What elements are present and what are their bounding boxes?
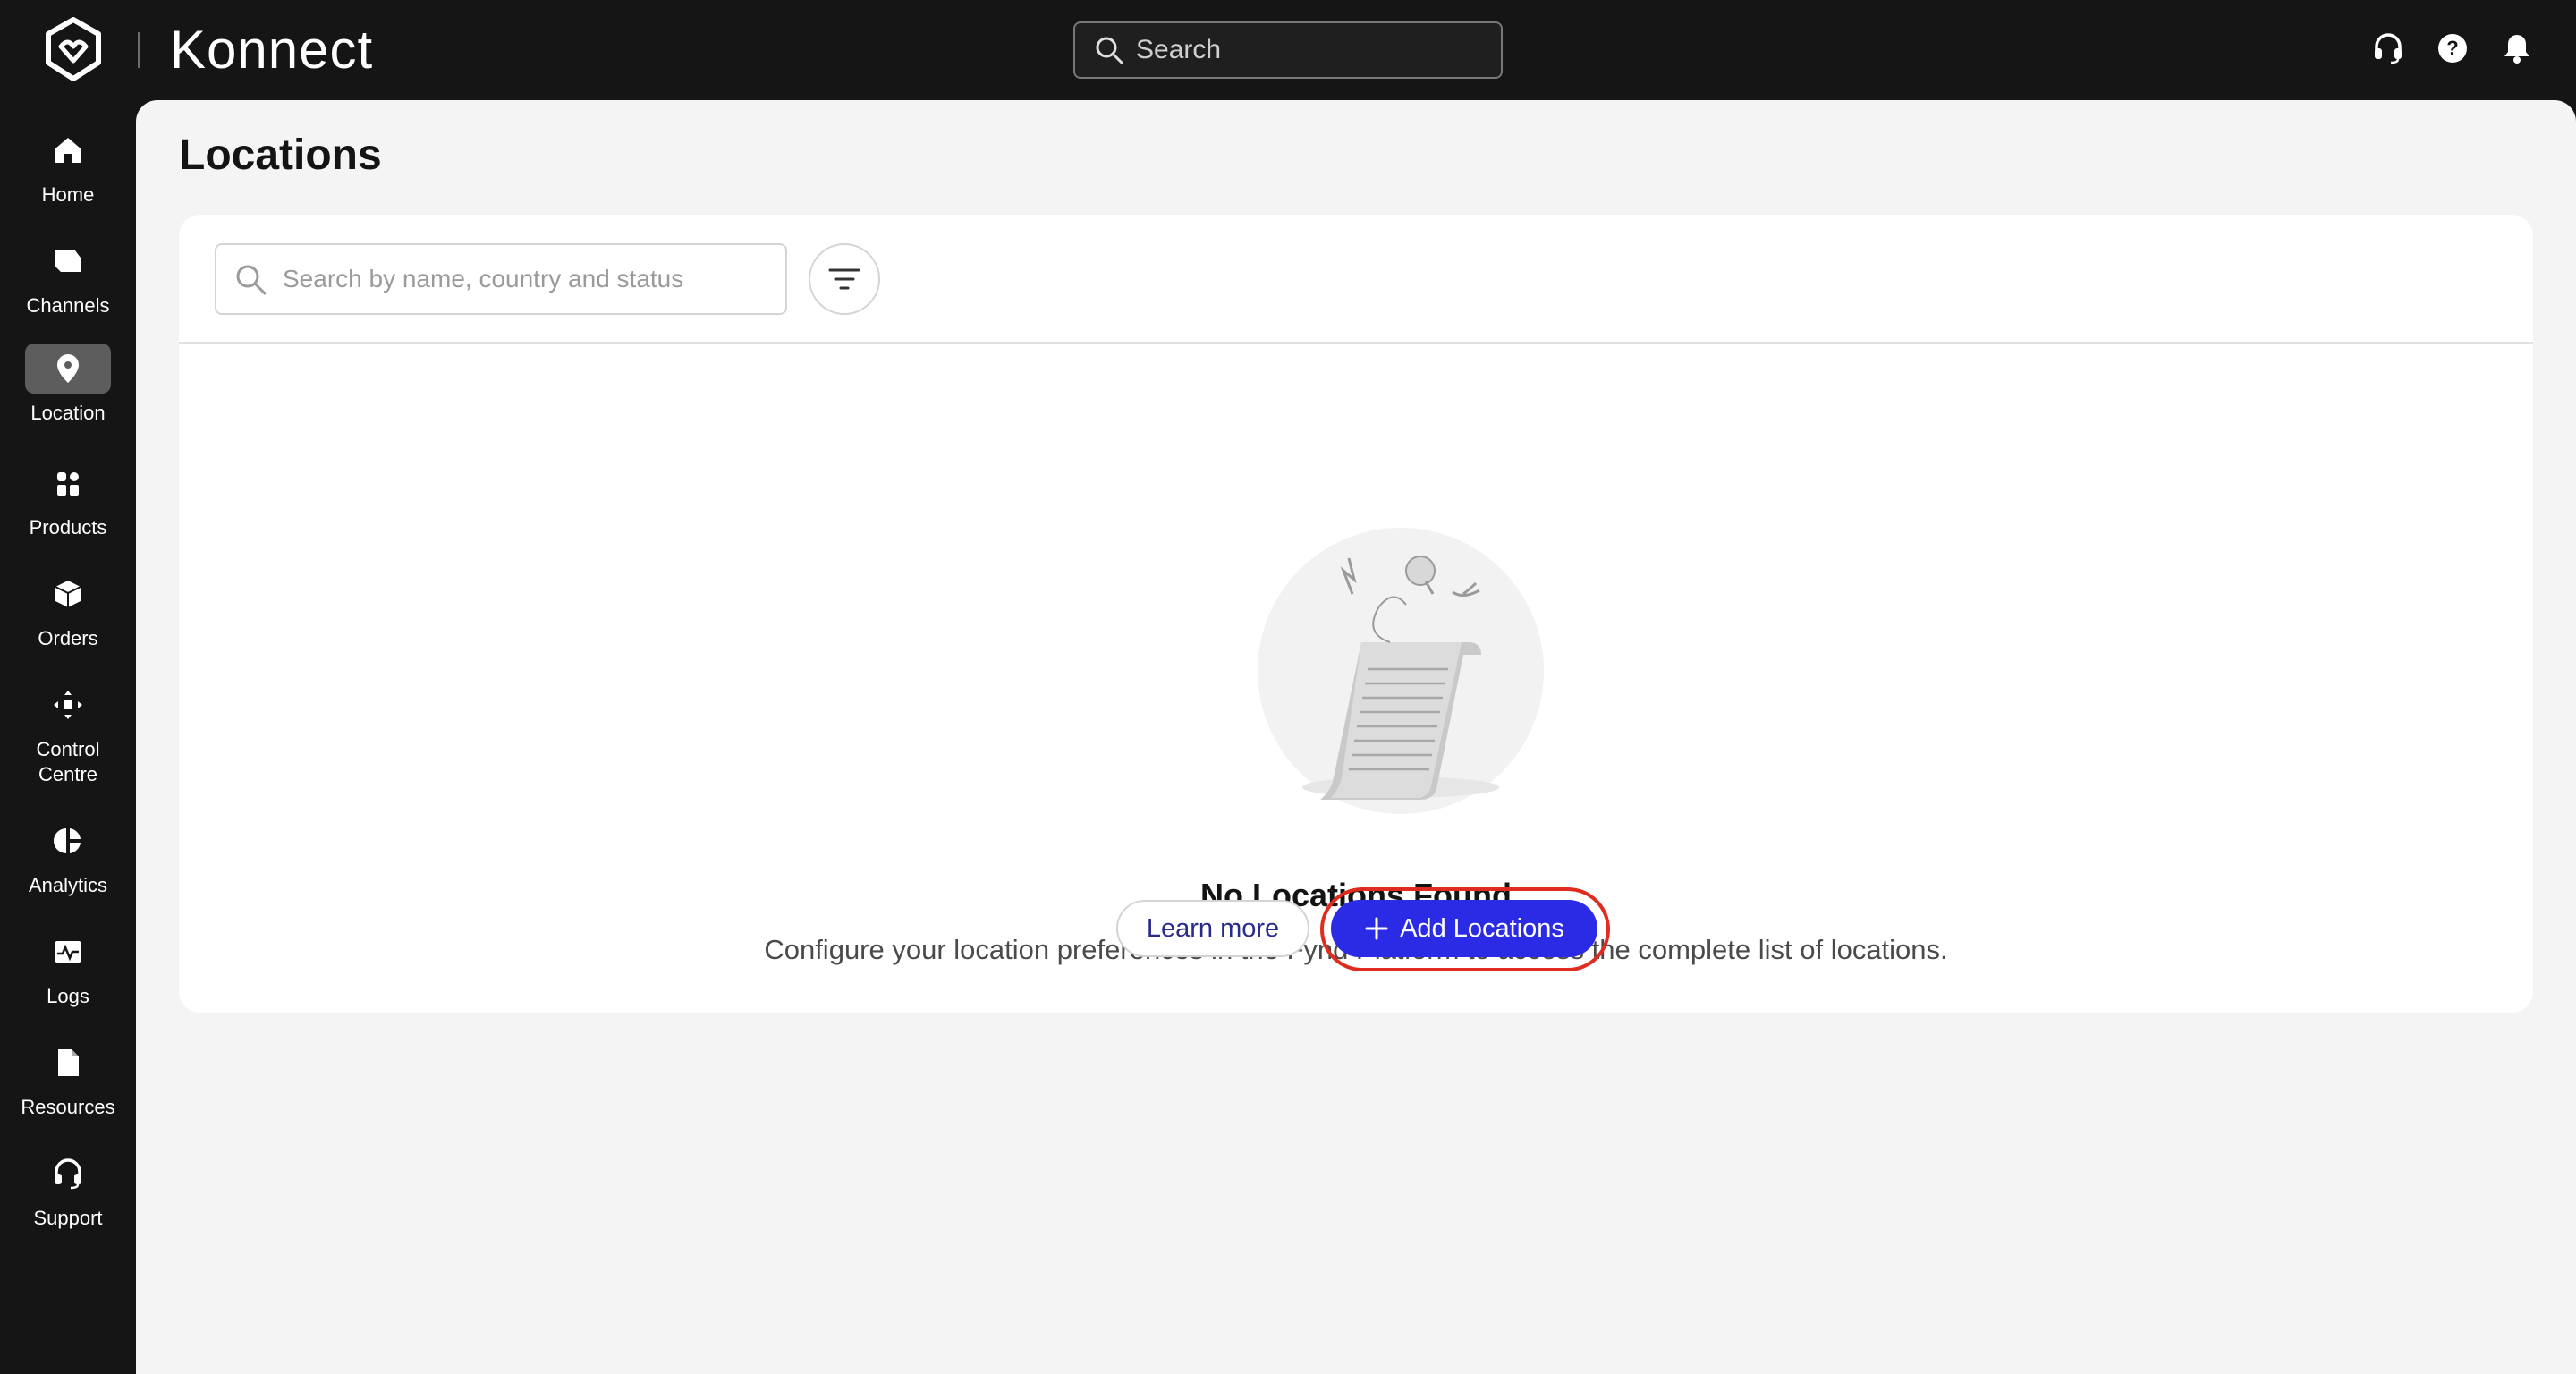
search-icon	[1096, 37, 1123, 64]
page-title: Locations	[179, 131, 382, 179]
learn-more-button[interactable]: Learn more	[1116, 900, 1309, 957]
card-toolbar	[179, 215, 2533, 344]
add-locations-label: Add Locations	[1400, 913, 1564, 943]
sidebar-item-location[interactable]: Location	[0, 344, 136, 426]
sidebar-item-analytics[interactable]: Analytics	[0, 816, 136, 898]
sidebar-item-orders[interactable]: Orders	[0, 569, 136, 651]
orders-box-icon	[55, 581, 81, 607]
resources-doc-icon	[58, 1049, 79, 1076]
sidebar-item-home[interactable]: Home	[0, 125, 136, 208]
plus-icon	[1365, 917, 1388, 940]
add-locations-button[interactable]: Add Locations	[1331, 900, 1597, 957]
sidebar-item-support[interactable]: Support	[0, 1149, 136, 1231]
analytics-pie-icon	[54, 828, 80, 853]
brand-name: Konnect	[170, 20, 374, 80]
products-icon	[57, 472, 79, 496]
sidebar-item-label: Support	[33, 1207, 103, 1229]
top-bar: Konnect ?	[0, 0, 2576, 100]
filter-button[interactable]	[809, 243, 880, 315]
sidebar-item-logs[interactable]: Logs	[0, 927, 136, 1009]
bell-icon[interactable]	[2501, 30, 2533, 66]
top-icons: ?	[2372, 30, 2533, 66]
location-pin-icon	[57, 354, 79, 383]
sidebar-item-label: Control Centre	[36, 738, 100, 785]
location-search-input[interactable]	[283, 265, 766, 293]
sidebar-item-label: Orders	[38, 627, 98, 649]
main-panel: Locations Search by name, country and st…	[136, 100, 2576, 1374]
headset-icon[interactable]	[2372, 30, 2404, 66]
svg-text:?: ?	[2446, 37, 2458, 59]
sidebar-item-label: Home	[41, 183, 95, 206]
sidebar-item-label: Products	[29, 516, 107, 539]
sidebar-item-label: Location	[30, 402, 106, 424]
support-headset-icon	[55, 1158, 81, 1190]
sidebar-item-control-centre[interactable]: Control Centre	[0, 680, 136, 787]
sidebar-item-label: Channels	[26, 294, 110, 317]
sidebar-item-products[interactable]: Products	[0, 458, 136, 540]
sidebar-item-resources[interactable]: Resources	[0, 1038, 136, 1120]
global-search[interactable]	[1073, 21, 1503, 79]
sidebar: Home Channels Location Products Orders C…	[0, 100, 136, 1374]
location-search[interactable]	[215, 243, 787, 315]
home-icon	[55, 138, 80, 163]
empty-state-illustration	[1258, 528, 1544, 814]
search-icon	[236, 265, 267, 295]
sidebar-item-label: Resources	[21, 1096, 115, 1118]
control-centre-icon	[54, 691, 82, 719]
logs-icon	[55, 941, 81, 963]
sidebar-item-label: Analytics	[28, 874, 108, 896]
konnect-logo-icon[interactable]	[39, 16, 107, 84]
global-search-input[interactable]	[1136, 35, 1476, 65]
logo-divider	[138, 32, 140, 68]
sidebar-item-label: Logs	[47, 985, 89, 1007]
sidebar-item-channels[interactable]: Channels	[0, 236, 136, 318]
filter-icon	[828, 268, 860, 290]
channels-icon	[55, 250, 80, 272]
help-icon[interactable]: ?	[2436, 30, 2469, 66]
